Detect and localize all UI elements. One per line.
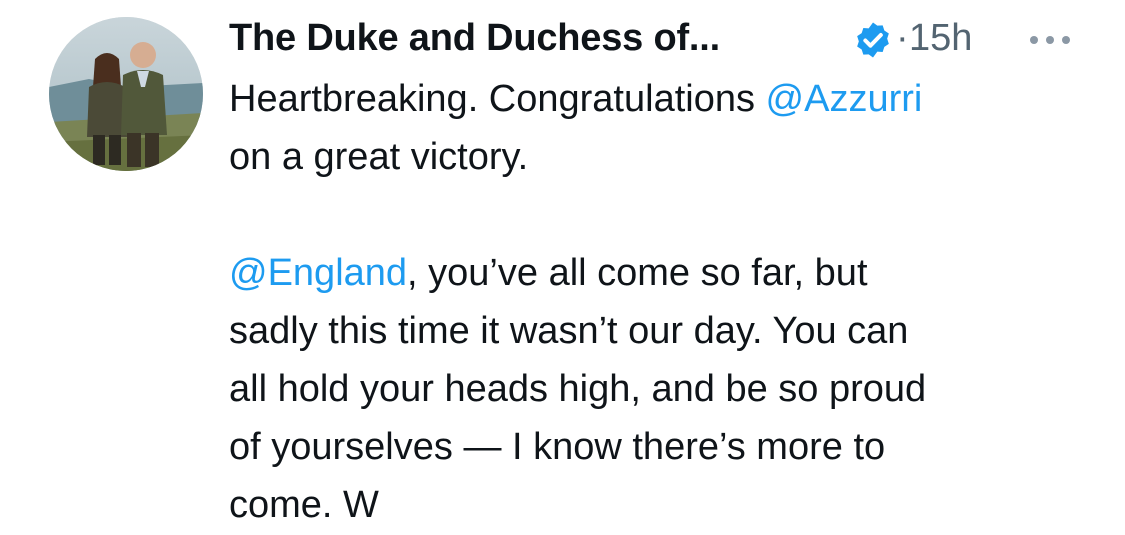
mention-link[interactable]: @England: [229, 252, 407, 294]
mention-link[interactable]: @Azzurri: [766, 78, 923, 120]
text-segment: , you’ve all come so far, but: [407, 252, 868, 294]
tweet-line: of yourselves — I know there’s more to: [229, 426, 886, 468]
tweet-header: The Duke and Duchess of... · 15h: [229, 10, 1099, 66]
tweet[interactable]: The Duke and Duchess of... · 15h Heartbr…: [0, 0, 1125, 535]
text-segment: Heartbreaking. Congratulations: [229, 78, 766, 120]
display-name[interactable]: The Duke and Duchess of...: [229, 16, 720, 60]
tweet-line: come. W: [229, 484, 379, 526]
tweet-line: all hold your heads high, and be so prou…: [229, 368, 927, 410]
tweet-text: Heartbreaking. Congratulations @Azzurri …: [229, 70, 1099, 534]
timestamp[interactable]: 15h: [909, 16, 972, 60]
more-options-icon[interactable]: [1028, 34, 1072, 46]
verified-badge-icon: [857, 22, 889, 58]
tweet-line: on a great victory.: [229, 136, 529, 178]
avatar[interactable]: [49, 17, 203, 171]
separator-dot: ·: [896, 17, 909, 59]
profile-photo: [49, 17, 203, 171]
tweet-line: @England, you’ve all come so far, but: [229, 244, 1099, 302]
tweet-line: Heartbreaking. Congratulations @Azzurri: [229, 70, 1099, 128]
tweet-line: sadly this time it wasn’t our day. You c…: [229, 310, 909, 352]
